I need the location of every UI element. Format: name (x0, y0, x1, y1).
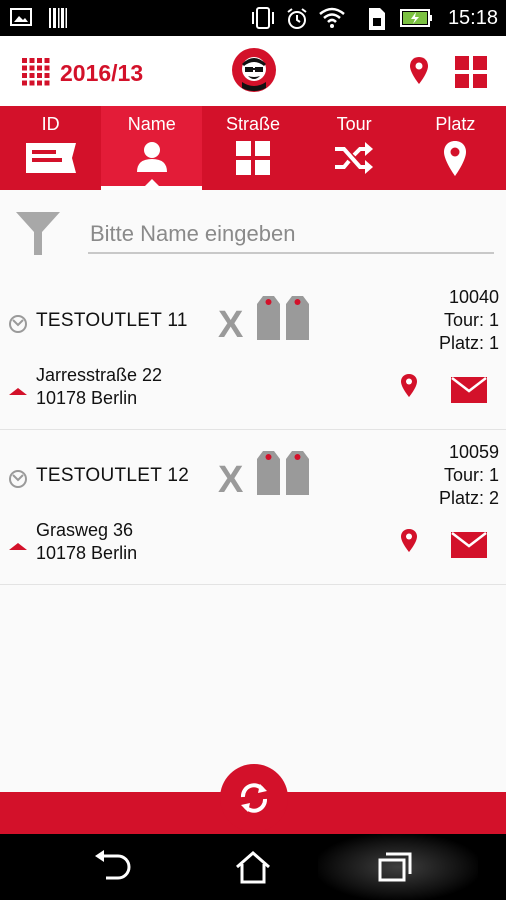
tags-icon (257, 296, 309, 340)
filter-bar (0, 190, 506, 278)
outlet-platz: Platz: 2 (438, 488, 499, 508)
location-pin-icon[interactable] (400, 373, 418, 399)
outlet-meta: 10059 Tour: 1 Platz: 2 (439, 441, 499, 510)
address: Grasweg 36 10178 Berlin (36, 519, 137, 565)
logo-icon (242, 57, 266, 91)
tab-name[interactable]: Name (101, 106, 203, 190)
status-time: 15:18 (447, 7, 498, 29)
clock-icon (9, 470, 27, 488)
tab-label: Straße (225, 114, 280, 134)
alarm-icon (287, 8, 307, 29)
clock-icon (9, 315, 27, 333)
list-item[interactable]: TESTOUTLET 11 X 10040 Tour: 1 Platz: 1 J… (0, 278, 506, 430)
shuffle-icon (335, 142, 374, 174)
back-icon[interactable] (92, 850, 132, 884)
filter-icon[interactable] (14, 210, 62, 258)
list-item[interactable]: TESTOUTLET 12 X 10059 Tour: 1 Platz: 2 G… (0, 433, 506, 585)
outlet-tour: Tour: 1 (443, 310, 499, 330)
outlet-name: TESTOUTLET 12 (36, 465, 190, 486)
collapse-caret-icon[interactable] (9, 543, 27, 550)
tags-icon (257, 451, 309, 495)
active-tab-caret (144, 179, 159, 186)
person-icon (136, 142, 167, 172)
tab-label: ID (41, 114, 60, 134)
id-card-icon (25, 143, 76, 173)
address-street: Grasweg 36 (36, 520, 134, 540)
wifi-icon (319, 7, 345, 28)
tab-tour[interactable]: Tour (304, 106, 405, 190)
battery-charging-icon (400, 9, 432, 27)
refresh-button[interactable] (220, 764, 288, 832)
x-mark: X (218, 459, 244, 501)
vibrate-icon (252, 7, 274, 29)
tab-platz[interactable]: Platz (405, 106, 506, 190)
address-city: 10178 Berlin (36, 543, 138, 563)
app-header: 2016/13 (0, 36, 506, 106)
barcode-icon (49, 8, 67, 28)
address-street: Jarresstraße 22 (36, 365, 163, 385)
collapse-caret-icon[interactable] (9, 388, 27, 395)
tab-label: Tour (336, 114, 372, 134)
calendar-grid-icon[interactable] (22, 58, 50, 86)
address-city: 10178 Berlin (36, 388, 138, 408)
location-pin-icon[interactable] (408, 56, 430, 86)
tab-strasse[interactable]: Straße (202, 106, 303, 190)
sim-card-icon (369, 8, 385, 30)
outlet-platz: Platz: 1 (438, 333, 499, 353)
address: Jarresstraße 22 10178 Berlin (36, 364, 162, 410)
mail-icon[interactable] (451, 377, 487, 403)
home-icon[interactable] (234, 850, 272, 884)
tab-label: Platz (435, 114, 476, 134)
outlet-number: 10040 (448, 287, 499, 307)
page-title[interactable]: 2016/13 (60, 60, 143, 87)
avatar[interactable] (232, 48, 276, 92)
status-bar: 15:18 (0, 0, 506, 36)
search-input[interactable] (88, 216, 494, 254)
tab-label: Name (127, 114, 176, 134)
outlet-tour: Tour: 1 (443, 465, 499, 485)
tab-id[interactable]: ID (0, 106, 101, 190)
x-mark: X (218, 304, 244, 346)
outlet-name: TESTOUTLET 11 (36, 310, 188, 331)
outlet-meta: 10040 Tour: 1 Platz: 1 (439, 286, 499, 355)
outlet-number: 10059 (448, 442, 499, 462)
refresh-icon (241, 783, 267, 813)
location-pin-icon[interactable] (400, 528, 418, 554)
grid-icon (235, 141, 270, 175)
grid-view-icon[interactable] (455, 56, 487, 88)
mail-icon[interactable] (451, 532, 487, 558)
tab-bar: ID Name Straße Tour Platz (0, 106, 506, 190)
recent-apps-icon[interactable] (377, 851, 413, 883)
location-pin-icon (444, 141, 467, 176)
image-icon (10, 8, 32, 26)
